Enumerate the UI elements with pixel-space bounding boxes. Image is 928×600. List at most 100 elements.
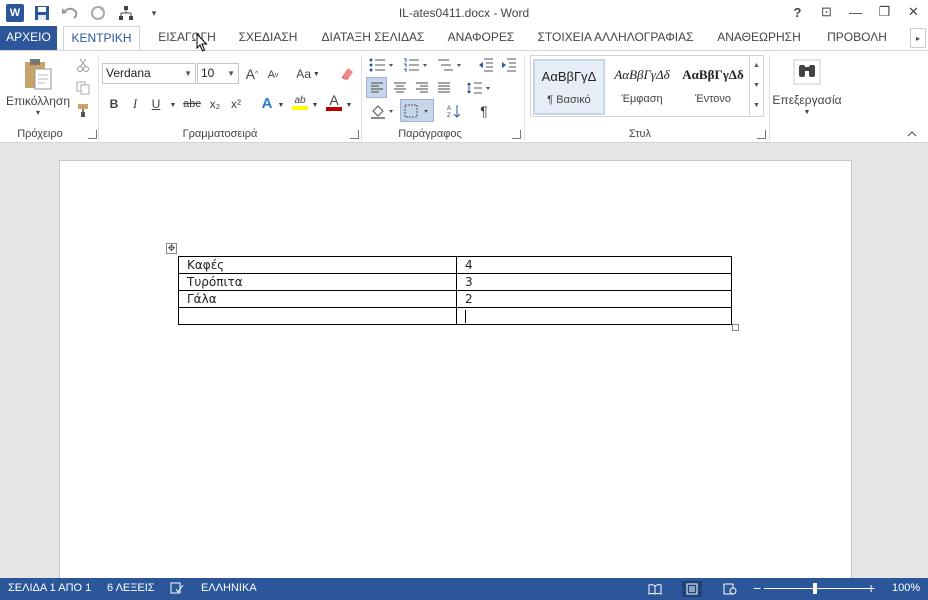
cut-icon[interactable] bbox=[74, 56, 92, 74]
paragraph-group-label: Παράγραφος bbox=[398, 128, 462, 140]
table-move-handle-icon[interactable]: ✥ bbox=[166, 243, 177, 254]
shading-button[interactable] bbox=[367, 101, 397, 121]
tabs-scroll-right-icon[interactable]: ▸ bbox=[910, 28, 926, 48]
style-strong[interactable]: ΑαΒβΓγΔδ Έντονο bbox=[677, 59, 749, 115]
text-caret bbox=[465, 309, 466, 323]
table-cell[interactable]: 3 bbox=[456, 273, 732, 291]
zoom-slider-thumb[interactable] bbox=[813, 583, 817, 594]
style-normal[interactable]: ΑαΒβΓγΔ ¶ Βασικό bbox=[533, 59, 605, 115]
tab-file[interactable]: ΑΡΧΕΙΟ bbox=[0, 26, 57, 50]
format-painter-icon[interactable] bbox=[74, 101, 92, 119]
web-layout-icon[interactable] bbox=[720, 581, 740, 597]
bold-button[interactable]: B bbox=[106, 94, 122, 114]
subscript-button[interactable]: x₂ bbox=[206, 94, 224, 114]
highlight-button[interactable]: ab bbox=[290, 91, 310, 113]
tab-design[interactable]: ΣΧΕΔΙΑΣΗ bbox=[234, 26, 302, 50]
tab-view[interactable]: ΠΡΟΒΟΛΗ bbox=[820, 26, 894, 50]
chevron-down-icon[interactable]: ▼ bbox=[345, 95, 353, 115]
zoom-out-button[interactable]: − bbox=[753, 580, 761, 596]
word-count-status[interactable]: 6 ΛΕΞΕΙΣ bbox=[107, 582, 155, 594]
italic-button[interactable]: I bbox=[127, 94, 143, 114]
document-page[interactable] bbox=[59, 160, 852, 590]
styles-scroll-down-icon[interactable]: ▼ bbox=[750, 76, 763, 96]
font-name-combo[interactable]: Verdana ▼ bbox=[102, 63, 196, 84]
close-icon[interactable]: ✕ bbox=[899, 0, 928, 24]
show-formatting-marks-button[interactable]: ¶ bbox=[475, 101, 493, 121]
strikethrough-button[interactable]: abc bbox=[181, 94, 203, 114]
minimize-icon[interactable]: — bbox=[841, 0, 870, 24]
tab-insert[interactable]: ΕΙΣΑΓΩΓΗ bbox=[152, 26, 222, 50]
styles-scroll-up-icon[interactable]: ▲ bbox=[750, 56, 763, 76]
underline-button[interactable]: U bbox=[148, 94, 164, 114]
collapse-ribbon-icon[interactable] bbox=[905, 127, 919, 141]
table-cell[interactable]: 2 bbox=[456, 290, 732, 308]
chevron-down-icon[interactable]: ▼ bbox=[311, 95, 319, 115]
grow-font-button[interactable]: A ^ bbox=[243, 64, 261, 84]
superscript-button[interactable]: x² bbox=[227, 94, 245, 114]
tab-references[interactable]: ΑΝΑΦΟΡΕΣ bbox=[444, 26, 518, 50]
table-cell[interactable]: Τυρόπιτα bbox=[178, 273, 457, 291]
text-effects-button[interactable]: A bbox=[258, 93, 276, 113]
underline-dropdown-icon[interactable]: ▼ bbox=[168, 95, 178, 115]
separator bbox=[361, 55, 362, 141]
align-center-icon[interactable] bbox=[389, 77, 410, 98]
table-cell[interactable]: Γάλα bbox=[178, 290, 457, 308]
editing-button[interactable]: Επεξεργασία ▼ bbox=[772, 55, 842, 119]
table-cell[interactable]: 4 bbox=[456, 256, 732, 274]
chevron-down-icon[interactable]: ▼ bbox=[184, 64, 192, 83]
multilevel-list-button[interactable] bbox=[435, 55, 465, 75]
help-icon[interactable]: ? bbox=[783, 0, 812, 24]
font-color-button[interactable]: A bbox=[324, 91, 344, 113]
page-count-status[interactable]: ΣΕΛΙΔΑ 1 ΑΠΟ 1 bbox=[8, 582, 91, 594]
binoculars-icon bbox=[793, 59, 821, 84]
style-emphasis[interactable]: ΑαΒβΓγΔδ Έμφαση bbox=[606, 59, 678, 115]
numbering-button[interactable] bbox=[401, 55, 431, 75]
styles-more-icon[interactable]: ▼ bbox=[750, 96, 763, 116]
font-size-combo[interactable]: 10 ▼ bbox=[197, 63, 239, 84]
tab-review[interactable]: ΑΝΑΘΕΩΡΗΣΗ bbox=[712, 26, 806, 50]
styles-launcher-icon[interactable] bbox=[757, 130, 766, 139]
line-spacing-button[interactable] bbox=[464, 77, 494, 98]
read-mode-icon[interactable] bbox=[645, 581, 665, 597]
zoom-in-button[interactable]: + bbox=[867, 580, 875, 596]
zoom-level[interactable]: 100% bbox=[892, 582, 920, 594]
bullets-button[interactable] bbox=[367, 55, 397, 75]
title-bar: W ▾ IL-ates0411.docx - Word ? ⊡ — ❐ ✕ bbox=[0, 0, 928, 26]
chevron-down-icon[interactable]: ▼ bbox=[277, 95, 285, 115]
restore-icon[interactable]: ❐ bbox=[870, 0, 899, 24]
change-case-button[interactable]: Aa ▼ bbox=[293, 64, 323, 84]
separator bbox=[524, 55, 525, 141]
increase-indent-icon[interactable] bbox=[499, 55, 519, 75]
language-status[interactable]: ΕΛΛΗΝΙΚΑ bbox=[201, 582, 257, 594]
tab-mailings[interactable]: ΣΤΟΙΧΕΙΑ ΑΛΛΗΛΟΓΡΑΦΙΑΣ bbox=[533, 26, 698, 50]
table-row: Τυρόπιτα 3 bbox=[178, 273, 732, 291]
clipboard-launcher-icon[interactable] bbox=[88, 130, 97, 139]
highlight-icon: ab bbox=[294, 94, 306, 106]
ribbon: Επικόλληση ▾ Πρόχειρο Verdana ▼ 10 ▼ A ^ … bbox=[0, 50, 928, 143]
paste-button[interactable]: Επικόλληση ▾ bbox=[6, 55, 70, 119]
change-case-icon: Aa bbox=[296, 67, 311, 81]
shrink-font-button[interactable]: Av bbox=[265, 65, 281, 85]
paragraph-launcher-icon[interactable] bbox=[512, 130, 521, 139]
align-right-icon[interactable] bbox=[411, 77, 432, 98]
ribbon-display-options-icon[interactable]: ⊡ bbox=[812, 0, 841, 24]
copy-icon[interactable] bbox=[74, 79, 92, 97]
table-cell[interactable] bbox=[178, 307, 457, 325]
table-cell[interactable]: Καφές bbox=[178, 256, 457, 274]
borders-button[interactable] bbox=[400, 99, 434, 122]
proofing-icon[interactable] bbox=[170, 582, 184, 597]
justify-icon[interactable] bbox=[433, 77, 454, 98]
table-resize-handle[interactable] bbox=[732, 324, 739, 331]
decrease-indent-icon[interactable] bbox=[476, 55, 496, 75]
chevron-down-icon[interactable]: ▼ bbox=[227, 64, 235, 83]
sort-icon[interactable]: AZ bbox=[445, 101, 463, 121]
tab-home[interactable]: ΚΕΝΤΡΙΚΗ bbox=[63, 26, 140, 51]
table-cell-active[interactable] bbox=[456, 307, 732, 325]
clear-formatting-icon[interactable] bbox=[337, 63, 357, 83]
tab-page-layout[interactable]: ΔΙΑΤΑΞΗ ΣΕΛΙΔΑΣ bbox=[316, 26, 430, 50]
align-left-icon[interactable] bbox=[366, 77, 387, 98]
print-layout-icon[interactable] bbox=[682, 581, 702, 597]
font-launcher-icon[interactable] bbox=[350, 130, 359, 139]
document-table[interactable]: Καφές 4 Τυρόπιτα 3 Γάλα 2 bbox=[178, 256, 732, 325]
paste-dropdown-icon[interactable]: ▾ bbox=[36, 108, 40, 117]
